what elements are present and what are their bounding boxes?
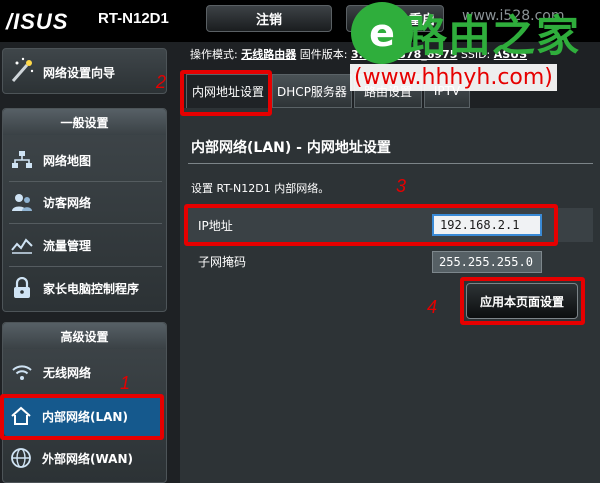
title-divider <box>188 163 593 164</box>
sidebar-item-guest-network[interactable]: 访客网络 <box>11 187 91 217</box>
subnet-mask-label: 子网掩码 <box>198 255 247 269</box>
annotation-box-3 <box>184 204 558 246</box>
mode-value[interactable]: 无线路由器 <box>241 48 296 61</box>
guest-network-icon <box>11 191 33 213</box>
sidebar-item-network-map[interactable]: 网络地图 <box>11 145 91 175</box>
advanced-heading: 高级设置 <box>3 323 166 349</box>
sidebar-item-wireless[interactable]: 无线网络 <box>11 357 91 387</box>
sidebar-item-label: 家长电脑控制程序 <box>43 281 140 296</box>
asus-logo: /ISUS <box>6 9 69 34</box>
traffic-manager-icon <box>11 234 33 256</box>
firmware-label: 固件版本: <box>299 48 348 61</box>
subnet-mask-input[interactable]: 255.255.255.0 <box>432 251 542 273</box>
watermark-text: 路由之家 <box>404 12 580 62</box>
annotation-number-1: 1 <box>120 373 131 393</box>
magic-wand-icon <box>9 57 35 85</box>
annotation-number-3: 3 <box>396 176 407 196</box>
general-settings-panel: 一般设置 网络地图 访客网络 流量管理 家长电脑控制程序 <box>2 108 167 312</box>
wireless-icon <box>11 361 33 383</box>
parental-control-icon <box>11 277 33 299</box>
sidebar-item-parental-control[interactable]: 家长电脑控制程序 <box>11 273 139 303</box>
router-model: RT-N12D1 <box>98 10 169 27</box>
annotation-box-2 <box>180 70 272 116</box>
annotation-box-4 <box>460 277 585 325</box>
tab-dhcp-server[interactable]: DHCP服务器 <box>272 74 352 108</box>
wizard-label: 网络设置向导 <box>43 66 116 80</box>
sidebar-item-label: 外部网络(WAN) <box>42 451 133 466</box>
watermark-url: (www.hhhyh.com) <box>350 64 557 91</box>
sidebar-item-label: 流量管理 <box>43 238 92 253</box>
annotation-number-2: 2 <box>156 72 167 92</box>
sidebar-item-wan[interactable]: 外部网络(WAN) <box>10 443 133 473</box>
sidebar-item-label: 访客网络 <box>43 195 92 210</box>
sidebar-item-label: 网络地图 <box>43 153 92 168</box>
sidebar-item-label: 无线网络 <box>43 365 92 380</box>
subnet-mask-row: 子网掩码 255.255.255.0 <box>188 247 593 277</box>
page-title: 内部网络(LAN) - 内网地址设置 <box>191 140 391 156</box>
general-heading: 一般设置 <box>3 109 166 135</box>
sidebar-item-traffic-manager[interactable]: 流量管理 <box>11 230 91 260</box>
network-map-icon <box>11 149 33 171</box>
setup-wizard-button[interactable]: 网络设置向导 <box>2 48 167 94</box>
page-description: 设置 RT-N12D1 内部网络。 <box>191 182 330 195</box>
logout-button[interactable]: 注销 <box>206 5 332 32</box>
mode-label: 操作模式: <box>190 48 238 61</box>
globe-icon <box>10 447 32 469</box>
annotation-box-1 <box>0 394 164 440</box>
annotation-number-4: 4 <box>427 297 438 317</box>
